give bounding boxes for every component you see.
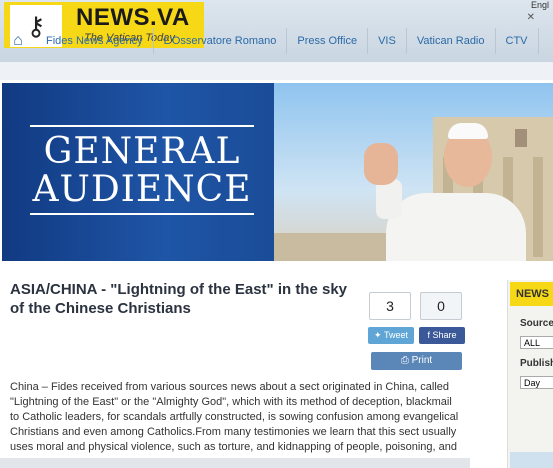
banner-rule-bottom	[30, 213, 254, 215]
waving-hand	[364, 143, 398, 185]
general-audience-banner[interactable]: GENERAL AUDIENCE	[2, 83, 553, 261]
top-bar: ⚷ NEWS.VA The Vatican Today Engl ✕ ⌂ Fid…	[0, 0, 553, 63]
main-nav: ⌂ Fides News Agency L'Osservatore Romano…	[0, 28, 539, 54]
source-label: Source	[520, 318, 553, 329]
print-button[interactable]: ⎙ Print	[371, 352, 462, 370]
tweet-button[interactable]: ✦ Tweet	[368, 327, 414, 344]
raised-arm	[376, 179, 402, 219]
home-icon[interactable]: ⌂	[0, 28, 36, 54]
printer-icon: ⎙	[400, 355, 412, 366]
share-label: Share	[432, 330, 457, 340]
sidebar-title: NEWS	[510, 282, 553, 306]
tweet-count: 3	[369, 292, 411, 320]
nav-item-fides[interactable]: Fides News Agency	[36, 28, 154, 54]
sidebar-bottom-panel	[510, 452, 553, 468]
publish-select[interactable]: Day	[520, 376, 553, 389]
print-label: Print	[411, 355, 433, 366]
facade-column	[533, 157, 543, 257]
publish-label: Publish	[520, 358, 553, 369]
pope-figure	[356, 123, 526, 261]
source-select[interactable]: ALL	[520, 336, 553, 349]
banner-title-line-1: GENERAL	[43, 131, 241, 172]
banner-photo	[274, 83, 553, 261]
white-robe	[386, 193, 526, 261]
banner-title-line-2: AUDIENCE	[32, 169, 252, 210]
facebook-share-button[interactable]: f Share	[419, 327, 465, 344]
twitter-bird-icon: ✦	[374, 330, 384, 340]
nav-item-vatican-radio[interactable]: Vatican Radio	[407, 28, 496, 54]
banner-title: GENERAL AUDIENCE	[30, 133, 254, 209]
nav-item-vis[interactable]: VIS	[368, 28, 407, 54]
nav-item-ctv[interactable]: CTV	[496, 28, 539, 54]
language-selector[interactable]: Engl	[531, 0, 549, 10]
sub-nav-bar	[0, 62, 553, 80]
nav-item-press-office[interactable]: Press Office	[287, 28, 369, 54]
article-title: ASIA/CHINA - "Lightning of the East" in …	[10, 281, 348, 317]
nav-item-osservatore[interactable]: L'Osservatore Romano	[154, 28, 288, 54]
zucchetto	[448, 123, 488, 139]
share-count: 0	[420, 292, 462, 320]
tweet-label: Tweet	[383, 330, 408, 340]
article-body: China – Fides received from various sour…	[10, 381, 459, 453]
news-sidebar: NEWS Source ALL Publish Day	[507, 280, 553, 468]
banner-rule-top	[30, 125, 254, 127]
banner-title-panel: GENERAL AUDIENCE	[2, 83, 274, 261]
horizontal-scrollbar[interactable]	[0, 458, 470, 468]
close-icon[interactable]: ✕	[527, 12, 535, 23]
